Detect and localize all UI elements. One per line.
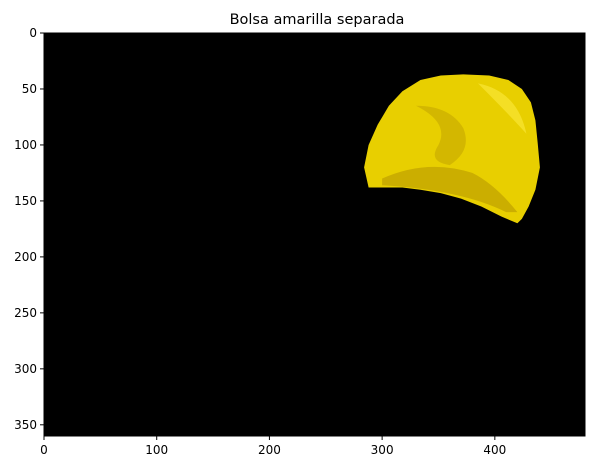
x-tick-label: 0 (40, 443, 48, 457)
chart-figure: Bolsa amarilla separada 0 100 200 300 400 0 5… (14, 12, 586, 457)
x-axis: 0 100 200 300 400 (40, 436, 506, 457)
y-axis: 0 50 100 150 200 250 300 350 (14, 26, 44, 432)
y-tick-label: 0 (29, 26, 37, 40)
y-tick-label: 150 (14, 194, 37, 208)
x-tick-label: 300 (371, 443, 394, 457)
y-tick-label: 50 (22, 82, 37, 96)
plot-area (43, 32, 586, 437)
y-tick-label: 300 (14, 362, 37, 376)
x-tick-label: 400 (483, 443, 506, 457)
y-tick-label: 200 (14, 250, 37, 264)
y-tick-label: 350 (14, 418, 37, 432)
x-tick-label: 100 (145, 443, 168, 457)
x-tick-label: 200 (258, 443, 281, 457)
y-tick-label: 250 (14, 306, 37, 320)
chart-title: Bolsa amarilla separada (230, 12, 405, 28)
y-tick-label: 100 (14, 138, 37, 152)
